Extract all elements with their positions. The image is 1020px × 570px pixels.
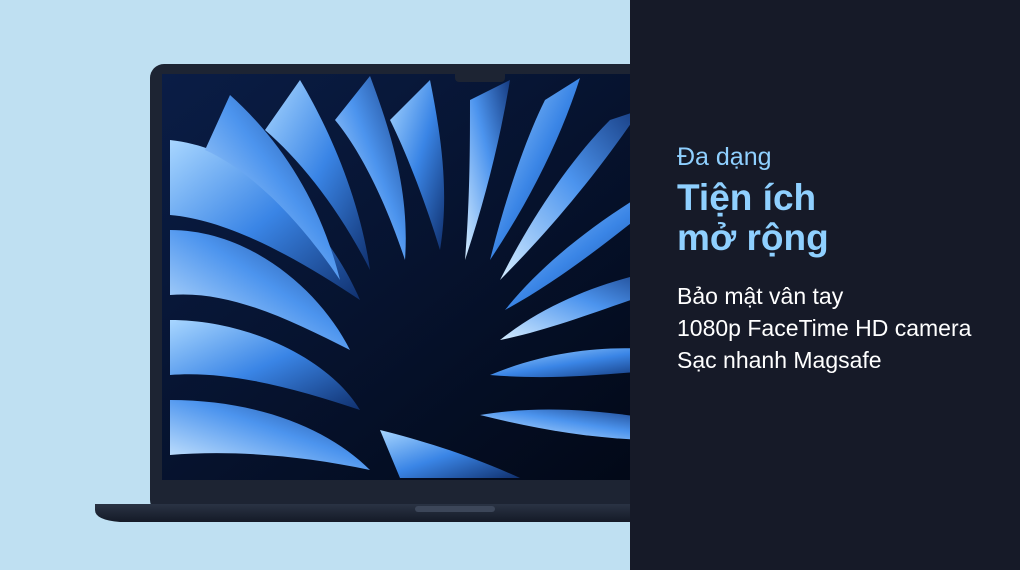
feature-item: 1080p FaceTime HD camera	[677, 315, 972, 341]
promo-headline-line-2: mở rộng	[677, 217, 829, 258]
laptop-hinge	[415, 506, 495, 512]
product-image-panel	[0, 0, 630, 570]
feature-item: Bảo mật vân tay	[677, 283, 844, 309]
laptop-image	[95, 64, 630, 522]
camera-notch	[455, 70, 505, 82]
feature-item: Sạc nhanh Magsafe	[677, 347, 882, 373]
laptop-base	[95, 504, 630, 522]
promo-headline-line-1: Tiện ích	[677, 177, 817, 218]
promo-kicker: Đa dạng	[677, 143, 772, 171]
promo-panel: Đa dạng Tiện ích mở rộng Bảo mật vân tay…	[630, 0, 1020, 570]
promo-text: Đa dạng Tiện ích mở rộng Bảo mật vân tay…	[677, 140, 1017, 376]
promo-headline: Tiện ích mở rộng	[677, 178, 1017, 258]
feature-list: Bảo mật vân tay 1080p FaceTime HD camera…	[677, 280, 1017, 376]
